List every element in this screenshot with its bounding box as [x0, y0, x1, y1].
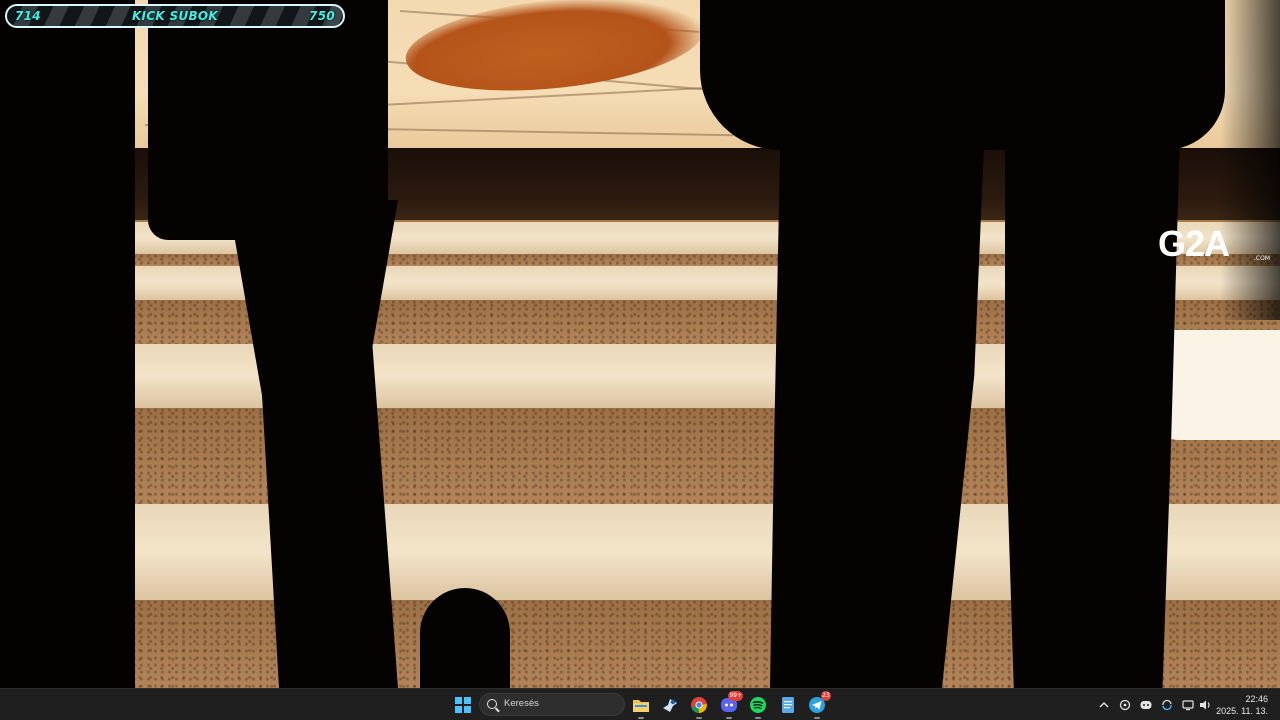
running-indicator: [814, 717, 820, 719]
network-icon: [1182, 700, 1194, 711]
g2a-logo: G2A .COM: [1158, 226, 1276, 266]
tray-network[interactable]: [1181, 698, 1195, 712]
speaker-icon: [1199, 700, 1210, 710]
taskbar-app-file-explorer[interactable]: [630, 694, 652, 719]
taskbar-app-notepad[interactable]: [777, 694, 799, 716]
chrome-icon: [691, 697, 707, 714]
tray-volume[interactable]: [1198, 698, 1212, 712]
clock-date: 2025. 11. 13.: [1216, 706, 1268, 716]
taskbar-app-steam[interactable]: [659, 694, 681, 716]
refresh-circle-icon: [1119, 699, 1131, 711]
folder-icon: [633, 699, 649, 712]
sync-icon: [1162, 699, 1172, 711]
steam-icon: [663, 699, 677, 712]
running-indicator: [696, 717, 702, 719]
taskbar: Keresés 99+ 23 22:46 2025. 11. 13.: [0, 688, 1280, 720]
running-indicator: [755, 717, 761, 719]
clock[interactable]: 22:46 2025. 11. 13.: [1216, 693, 1268, 717]
discord-icon: [1140, 701, 1152, 709]
chevron-up-icon: [1099, 702, 1109, 708]
shoe-silhouette: [420, 588, 510, 688]
running-indicator: [726, 717, 732, 719]
notification-badge: 99+: [728, 691, 743, 701]
running-indicator: [638, 717, 644, 719]
taskbar-app-spotify[interactable]: [747, 694, 769, 719]
subgoal-target: 750: [309, 9, 335, 23]
video-frame: [0, 0, 1280, 688]
left-shadow: [0, 0, 135, 688]
right-shadow: [1220, 0, 1280, 320]
g2a-logo-suffix: .COM: [1254, 255, 1270, 262]
start-button[interactable]: [452, 694, 474, 716]
show-hidden-icons-button[interactable]: [1097, 698, 1111, 712]
taskbar-app-telegram[interactable]: 23: [806, 691, 831, 719]
subgoal-progress-bar: 714 KICK SUBOK 750: [5, 4, 345, 28]
clock-time: 22:46: [1245, 694, 1268, 704]
leg-silhouette: [1005, 130, 1180, 688]
tray-discord[interactable]: [1139, 698, 1153, 712]
notification-badge: 23: [821, 691, 831, 701]
search-placeholder: Keresés: [504, 698, 539, 709]
taskbar-app-discord[interactable]: 99+: [718, 691, 743, 719]
taskbar-search[interactable]: Keresés: [479, 693, 625, 716]
notepad-icon: [782, 697, 794, 713]
windows-icon: [455, 697, 471, 713]
taskbar-app-chrome[interactable]: [688, 694, 710, 719]
subgoal-label: KICK SUBOK: [131, 9, 219, 23]
spotify-icon: [750, 697, 766, 713]
tray-app-1[interactable]: [1118, 698, 1132, 712]
tray-sync[interactable]: [1160, 698, 1174, 712]
search-icon: [487, 699, 497, 709]
